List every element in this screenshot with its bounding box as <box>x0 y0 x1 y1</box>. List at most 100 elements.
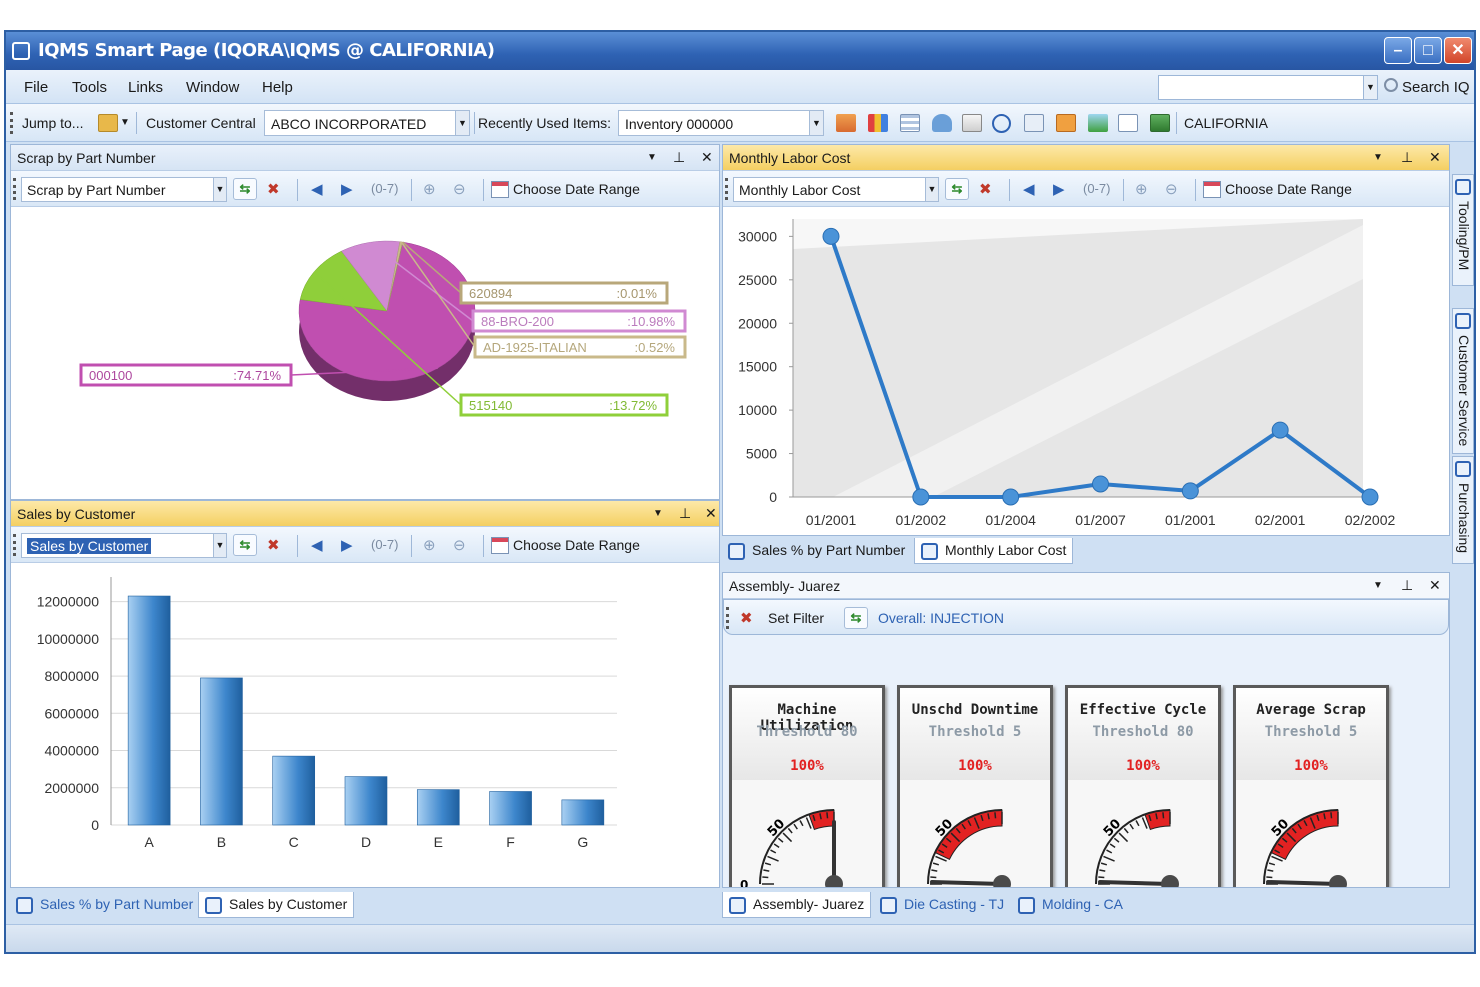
overall-label: Overall: INJECTION <box>878 610 1005 626</box>
jump-dropdown-arrow[interactable]: ▼ <box>120 117 130 128</box>
panel-menu-icon[interactable]: ▼ <box>1373 580 1383 591</box>
set-filter-button[interactable]: Set Filter <box>768 610 824 626</box>
tab-die-casting[interactable]: Die Casting - TJ <box>874 892 1010 918</box>
labor-chart-select[interactable]: Monthly Labor Cost ▼ <box>733 177 939 202</box>
image-icon[interactable] <box>1088 114 1108 132</box>
choose-date-range-button[interactable]: Choose Date Range <box>513 181 640 197</box>
next-arrow-icon[interactable]: ▶ <box>341 180 353 198</box>
customer-select[interactable]: ABCO INCORPORATED ▼ <box>264 110 470 136</box>
choose-date-range-button[interactable]: Choose Date Range <box>513 537 640 553</box>
site-label: CALIFORNIA <box>1184 115 1269 131</box>
scrap-chart-select[interactable]: Scrap by Part Number ▼ <box>21 177 227 202</box>
alert-icon[interactable] <box>1056 114 1076 132</box>
pin-icon[interactable]: ⊥ <box>1401 577 1413 594</box>
close-button[interactable]: ✕ <box>1444 37 1472 64</box>
next-arrow-icon[interactable]: ▶ <box>1053 180 1065 198</box>
panel-menu-icon[interactable]: ▼ <box>647 152 657 163</box>
pin-icon[interactable]: ⊥ <box>673 149 685 166</box>
refresh-icon[interactable]: ⇆ <box>233 178 257 200</box>
sales-panel-header[interactable]: Sales by Customer ▼ ⊥ ✕ <box>11 501 719 527</box>
prev-arrow-icon[interactable]: ◀ <box>1023 180 1035 198</box>
zoom-out-icon[interactable]: ⊖ <box>1165 180 1178 198</box>
choose-date-range-button[interactable]: Choose Date Range <box>1225 181 1352 197</box>
tab-assembly-juarez[interactable]: Assembly- Juarez <box>722 892 872 918</box>
toolbar-grip[interactable] <box>13 178 16 200</box>
bar-y-tick: 12000000 <box>37 594 100 610</box>
zoom-in-icon[interactable]: ⊕ <box>423 536 436 554</box>
toolbar-grip[interactable] <box>10 112 13 134</box>
pin-icon[interactable]: ⊥ <box>1401 149 1413 166</box>
jump-menu-icon[interactable] <box>98 114 118 132</box>
grid-icon[interactable] <box>900 114 920 132</box>
scrap-panel-header[interactable]: Scrap by Part Number ▼ ⊥ ✕ <box>11 145 719 171</box>
search-input[interactable]: ▼ <box>1158 75 1378 100</box>
menu-window[interactable]: Window <box>186 79 239 96</box>
chart-icon[interactable] <box>868 114 888 132</box>
settings-tools-icon[interactable]: ✖ <box>979 180 992 198</box>
clock-icon[interactable] <box>992 114 1011 133</box>
refresh-icon[interactable]: ⇆ <box>233 534 257 556</box>
search-icon[interactable] <box>1384 78 1398 92</box>
calendar-icon[interactable] <box>1203 181 1221 198</box>
assembly-panel-header[interactable]: Assembly- Juarez ▼ ⊥ ✕ <box>723 573 1449 599</box>
settings-tools-icon[interactable]: ✖ <box>267 180 280 198</box>
sales-chart-select[interactable]: Sales by Customer ▼ <box>21 533 227 558</box>
side-tab-purchasing[interactable]: Purchasing <box>1452 456 1474 564</box>
chevron-down-icon[interactable]: ▼ <box>455 111 469 135</box>
refresh-icon[interactable]: ⇆ <box>945 178 969 200</box>
menu-help[interactable]: Help <box>262 79 293 96</box>
tab-monthly-labor[interactable]: Monthly Labor Cost <box>914 538 1074 564</box>
calendar-icon[interactable] <box>1024 114 1044 132</box>
zoom-in-icon[interactable]: ⊕ <box>1135 180 1148 198</box>
prev-arrow-icon[interactable]: ◀ <box>311 536 323 554</box>
toolbar-grip[interactable] <box>726 607 729 629</box>
document-icon[interactable] <box>932 114 952 132</box>
prev-arrow-icon[interactable]: ◀ <box>311 180 323 198</box>
panel-menu-icon[interactable]: ▼ <box>653 508 663 519</box>
recent-items-select[interactable]: Inventory 000000 ▼ <box>618 110 824 136</box>
pin-icon[interactable]: ⊥ <box>679 505 691 522</box>
toolbar-grip[interactable] <box>725 178 728 200</box>
menu-tools[interactable]: Tools <box>72 79 107 96</box>
toolbar-grip[interactable] <box>13 534 16 556</box>
chevron-down-icon[interactable]: ▼ <box>213 534 226 557</box>
tab-sales-pct-part[interactable]: Sales % by Part Number <box>10 892 199 918</box>
next-arrow-icon[interactable]: ▶ <box>341 536 353 554</box>
tab-sales-pct-part[interactable]: Sales % by Part Number <box>722 538 911 564</box>
jump-to-button[interactable]: Jump to... <box>22 115 83 131</box>
zoom-out-icon[interactable]: ⊖ <box>453 180 466 198</box>
bar-y-tick: 10000000 <box>37 631 100 647</box>
side-tab-tooling[interactable]: Tooling/PM <box>1452 174 1474 286</box>
zoom-out-icon[interactable]: ⊖ <box>453 536 466 554</box>
maximize-button[interactable]: □ <box>1414 37 1442 64</box>
minimize-button[interactable]: – <box>1384 37 1412 64</box>
side-tab-customer-service[interactable]: Customer Service <box>1452 308 1474 454</box>
search-label[interactable]: Search IQ <box>1402 79 1470 96</box>
close-icon[interactable]: ✕ <box>1429 149 1441 166</box>
filter-tools-icon[interactable]: ✖ <box>740 609 753 627</box>
title-bar[interactable]: IQMS Smart Page (IQORA\IQMS @ CALIFORNIA… <box>6 32 1474 70</box>
chevron-down-icon[interactable]: ▼ <box>213 178 226 201</box>
labor-panel-header[interactable]: Monthly Labor Cost ▼ ⊥ ✕ <box>723 145 1449 171</box>
calendar-icon[interactable] <box>491 537 509 554</box>
export-icon[interactable] <box>1150 114 1170 132</box>
tab-sales-customer[interactable]: Sales by Customer <box>198 892 355 918</box>
close-icon[interactable]: ✕ <box>705 505 717 522</box>
tab-molding-ca[interactable]: Molding - CA <box>1012 892 1129 918</box>
zoom-in-icon[interactable]: ⊕ <box>423 180 436 198</box>
close-icon[interactable]: ✕ <box>701 149 713 166</box>
close-icon[interactable]: ✕ <box>1429 577 1441 594</box>
calendar-icon[interactable] <box>491 181 509 198</box>
refresh-icon[interactable]: ⇆ <box>844 607 868 629</box>
report-icon[interactable] <box>836 114 856 132</box>
chevron-down-icon[interactable]: ▼ <box>925 178 938 201</box>
panel-menu-icon[interactable]: ▼ <box>1373 152 1383 163</box>
trend-icon[interactable] <box>1118 114 1138 132</box>
menu-file[interactable]: File <box>24 79 48 96</box>
search-dropdown-arrow[interactable]: ▼ <box>1363 76 1377 99</box>
chevron-down-icon[interactable]: ▼ <box>809 111 823 135</box>
folder-icon[interactable] <box>962 114 982 132</box>
menu-links[interactable]: Links <box>128 79 163 96</box>
settings-tools-icon[interactable]: ✖ <box>267 536 280 554</box>
sales-bar-chart: 0 2000000 4000000 6000000 8000000 10000000 120… <box>37 577 617 850</box>
